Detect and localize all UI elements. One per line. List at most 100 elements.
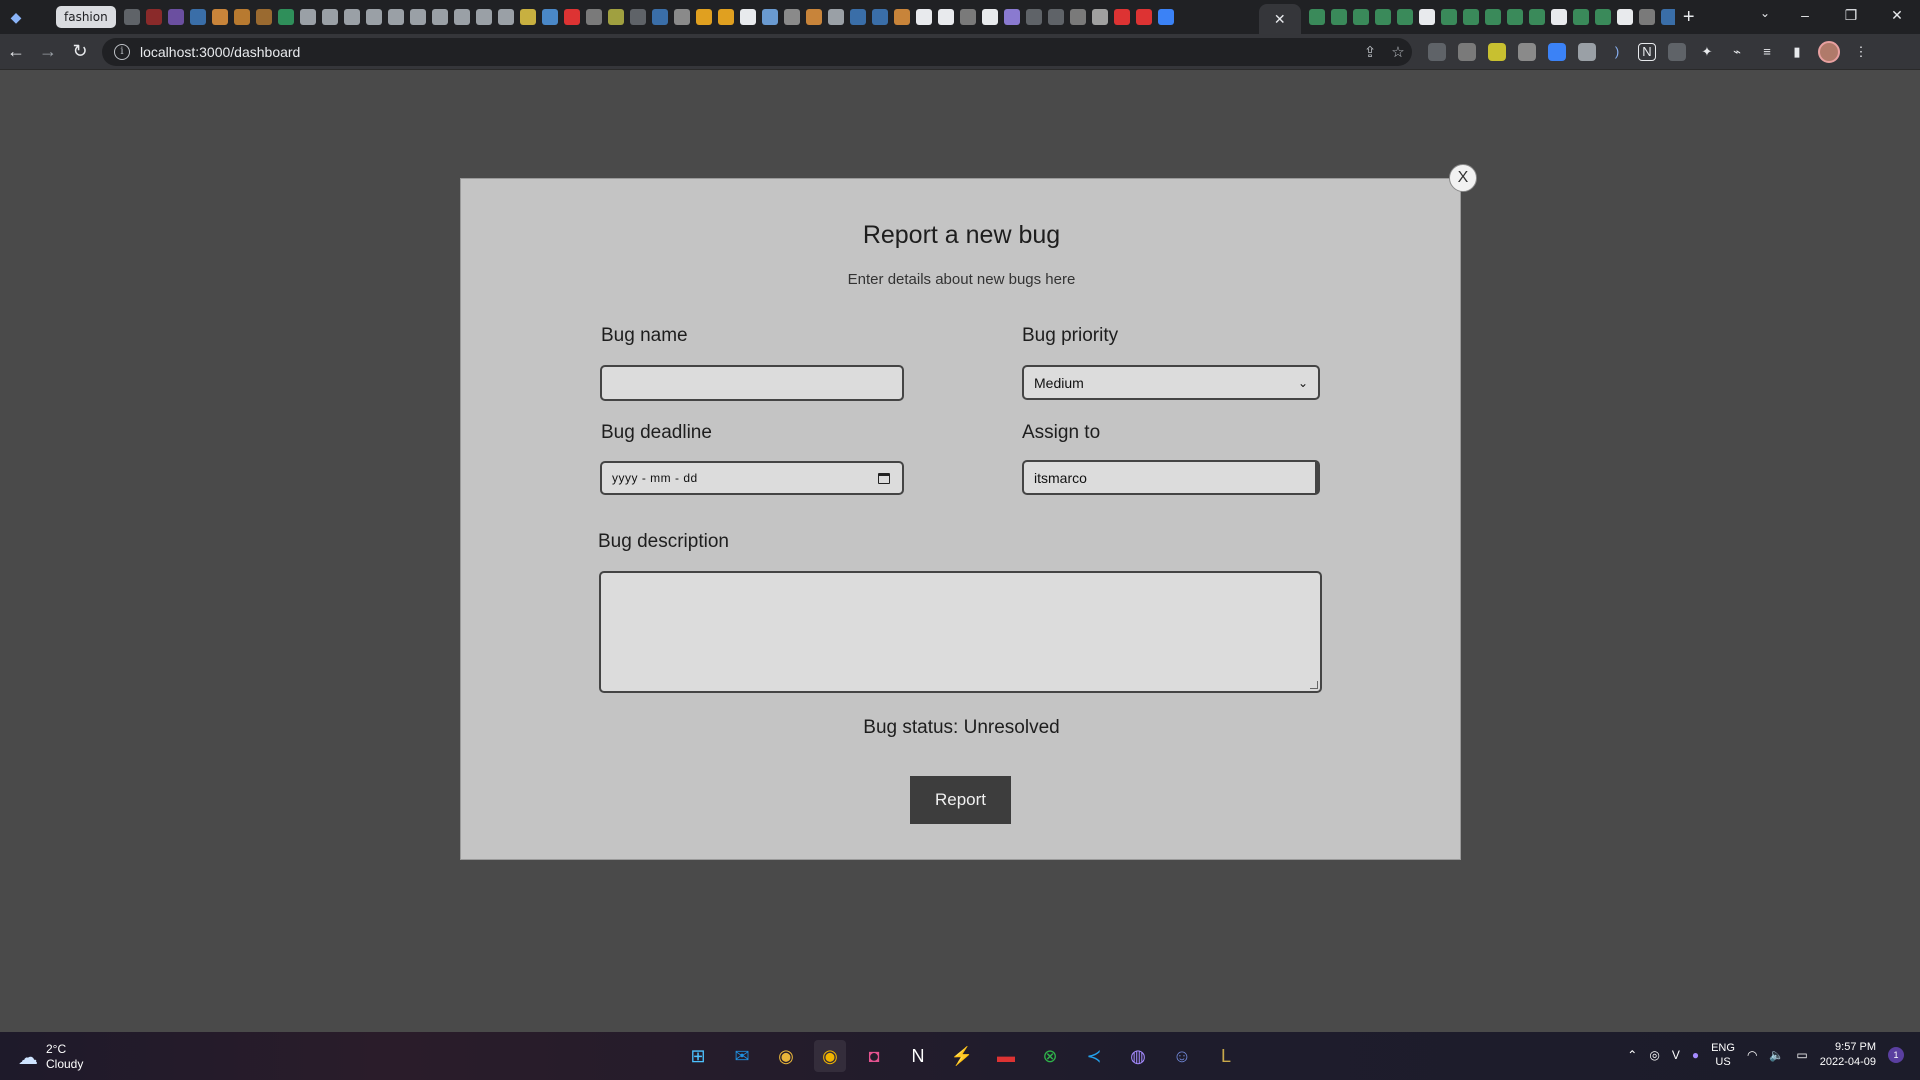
- tab-favicon-icon[interactable]: [827, 9, 844, 25]
- chrome-icon[interactable]: ◉: [770, 1040, 802, 1072]
- cast-icon[interactable]: ⌁: [1728, 43, 1746, 61]
- tab-search-dropdown-icon[interactable]: ⌄: [1760, 6, 1770, 20]
- tab-favicon-icon[interactable]: [585, 9, 602, 25]
- tab-favicon-icon[interactable]: [1157, 9, 1174, 25]
- extension-icon[interactable]: N: [1638, 42, 1656, 61]
- tab-favicon-icon[interactable]: [1418, 9, 1435, 25]
- tab-favicon-icon[interactable]: [893, 9, 910, 25]
- tab-close-icon[interactable]: ✕: [1274, 11, 1286, 28]
- tab-favicon-icon[interactable]: [695, 9, 712, 25]
- url-text[interactable]: localhost:3000/dashboard: [140, 44, 300, 60]
- extension-icon[interactable]: ): [1608, 43, 1626, 61]
- tab-fashion[interactable]: fashion: [56, 6, 116, 28]
- modal-close-button[interactable]: X: [1449, 164, 1477, 192]
- extension-icon[interactable]: [1578, 42, 1596, 61]
- tab-favicon-icon[interactable]: [299, 9, 316, 25]
- battery-icon[interactable]: ▭: [1796, 1048, 1807, 1062]
- extension-icon[interactable]: [1668, 42, 1686, 61]
- volume-icon[interactable]: 🔈: [1769, 1048, 1784, 1062]
- restore-button[interactable]: ❐: [1828, 0, 1874, 30]
- tab-favicon-icon[interactable]: [123, 9, 140, 25]
- tab-favicon-icon[interactable]: [1484, 9, 1501, 25]
- tab-favicon-icon[interactable]: [651, 9, 668, 25]
- tab-favicon-icon[interactable]: [783, 9, 800, 25]
- tab-favicon-icon[interactable]: [1528, 9, 1545, 25]
- notion-icon[interactable]: N: [902, 1040, 934, 1072]
- new-tab-button[interactable]: +: [1675, 6, 1703, 29]
- resize-handle-icon[interactable]: [1310, 681, 1318, 689]
- tab-favicon-icon[interactable]: [1638, 9, 1655, 25]
- profile-avatar[interactable]: [1818, 40, 1840, 63]
- clock[interactable]: 9:57 PM 2022-04-09: [1820, 1040, 1876, 1070]
- tab-favicon-icon[interactable]: [1069, 9, 1086, 25]
- tab-search-icon[interactable]: ◆: [0, 0, 32, 34]
- extension-icon[interactable]: [1548, 42, 1566, 61]
- share-icon[interactable]: ⇪: [1356, 43, 1384, 61]
- bug-priority-select[interactable]: Medium ⌄: [1022, 365, 1320, 400]
- tray-app-icon[interactable]: V: [1672, 1048, 1680, 1062]
- instagram-icon[interactable]: ◘: [858, 1040, 890, 1072]
- windows-start-icon[interactable]: ⊞: [682, 1040, 714, 1072]
- tab-favicon-icon[interactable]: [849, 9, 866, 25]
- language-indicator[interactable]: ENG US: [1711, 1041, 1735, 1069]
- tab-favicon-icon[interactable]: [1440, 9, 1457, 25]
- tab-favicon-icon[interactable]: [431, 9, 448, 25]
- extension-icon[interactable]: [1488, 42, 1506, 61]
- tab-favicon-icon[interactable]: [761, 9, 778, 25]
- bug-deadline-input[interactable]: yyyy - mm - dd: [600, 461, 904, 495]
- tab-favicon-icon[interactable]: [1091, 9, 1108, 25]
- tab-favicon-icon[interactable]: [1572, 9, 1589, 25]
- xbox-icon[interactable]: ⊗: [1034, 1040, 1066, 1072]
- tab-favicon-icon[interactable]: [915, 9, 932, 25]
- chrome-active-icon[interactable]: ◉: [814, 1040, 846, 1072]
- wifi-icon[interactable]: ◠: [1747, 1048, 1757, 1062]
- tab-favicon-icon[interactable]: [453, 9, 470, 25]
- tab-favicon-icon[interactable]: [1025, 9, 1042, 25]
- menu-kebab-icon[interactable]: ⋮: [1852, 43, 1870, 61]
- site-info-icon[interactable]: i: [114, 43, 130, 60]
- tab-favicon-icon[interactable]: [409, 9, 426, 25]
- tab-favicon-icon[interactable]: [607, 9, 624, 25]
- notification-badge[interactable]: 1: [1888, 1047, 1904, 1063]
- tab-favicon-icon[interactable]: [1047, 9, 1064, 25]
- tab-favicon-icon[interactable]: [343, 9, 360, 25]
- tab-favicon-icon[interactable]: [1594, 9, 1611, 25]
- tab-favicon-icon[interactable]: [563, 9, 580, 25]
- app-icon[interactable]: ▬: [990, 1040, 1022, 1072]
- tab-favicon-icon[interactable]: [1660, 9, 1675, 25]
- tab-favicon-icon[interactable]: [1113, 9, 1130, 25]
- league-icon[interactable]: L: [1210, 1040, 1242, 1072]
- tab-favicon-icon[interactable]: [1330, 9, 1347, 25]
- tab-favicon-icon[interactable]: [717, 9, 734, 25]
- extension-icon[interactable]: [1458, 42, 1476, 61]
- tab-favicon-icon[interactable]: [167, 9, 184, 25]
- github-icon[interactable]: ◍: [1122, 1040, 1154, 1072]
- tab-favicon-icon[interactable]: [1550, 9, 1567, 25]
- address-bar[interactable]: i localhost:3000/dashboard ⇪ ☆: [102, 37, 1412, 66]
- report-button[interactable]: Report: [910, 776, 1011, 824]
- forward-icon[interactable]: →: [32, 36, 64, 68]
- tab-active[interactable]: ✕: [1258, 4, 1301, 34]
- tab-favicon-icon[interactable]: [959, 9, 976, 25]
- discord-icon[interactable]: ☺: [1166, 1040, 1198, 1072]
- tab-favicon-icon[interactable]: [1374, 9, 1391, 25]
- tab-favicon-icon[interactable]: [519, 9, 536, 25]
- tab-favicon-icon[interactable]: [871, 9, 888, 25]
- tab-favicon-icon[interactable]: [1308, 9, 1325, 25]
- tab-favicon-icon[interactable]: [145, 9, 162, 25]
- tab-favicon-icon[interactable]: [189, 9, 206, 25]
- microphone-icon[interactable]: ●: [1692, 1048, 1699, 1062]
- tab-favicon-icon[interactable]: [321, 9, 338, 25]
- reload-icon[interactable]: ↻: [64, 36, 96, 68]
- tab-favicon-icon[interactable]: [1396, 9, 1413, 25]
- tab-favicon-icon[interactable]: [233, 9, 250, 25]
- app-icon[interactable]: ⚡: [946, 1040, 978, 1072]
- back-icon[interactable]: ←: [0, 36, 32, 68]
- tab-favicon-icon[interactable]: [1462, 9, 1479, 25]
- tab-favicon-icon[interactable]: [497, 9, 514, 25]
- tab-favicon-icon[interactable]: [937, 9, 954, 25]
- vscode-icon[interactable]: ≺: [1078, 1040, 1110, 1072]
- chevron-up-icon[interactable]: ⌃: [1627, 1048, 1637, 1062]
- tab-favicon-icon[interactable]: [1506, 9, 1523, 25]
- tab-favicon-icon[interactable]: [739, 9, 756, 25]
